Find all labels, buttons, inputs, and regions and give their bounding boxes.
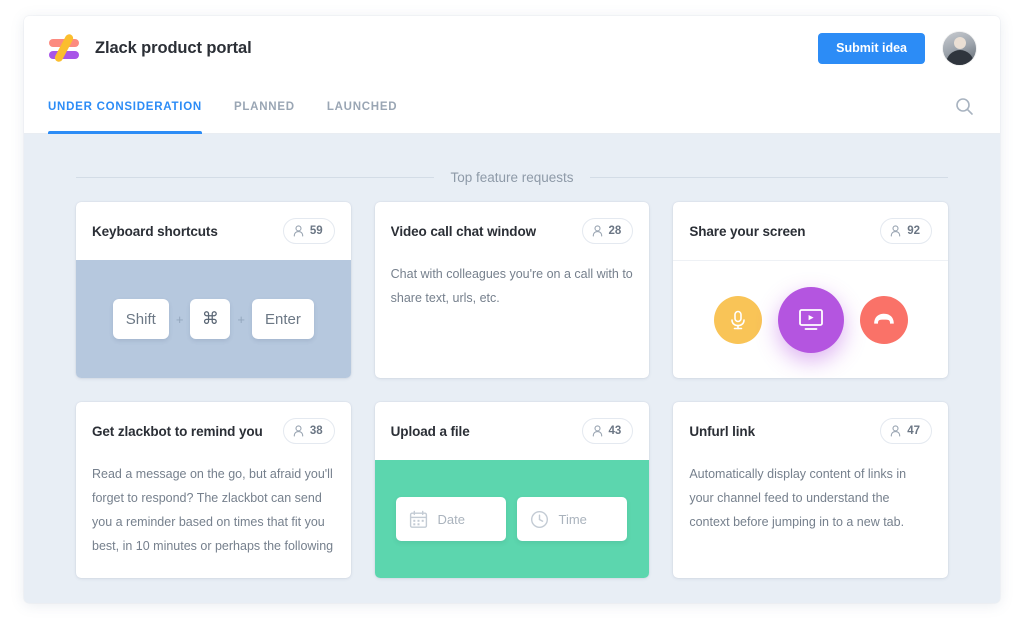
avatar-head (954, 36, 966, 49)
microphone-icon (730, 310, 745, 329)
time-field[interactable]: Time (517, 497, 628, 541)
app-window: Zlack product portal Submit idea UNDER C… (24, 16, 1000, 603)
divider-line-left (76, 176, 435, 178)
person-icon (890, 425, 901, 437)
app-header: Zlack product portal Submit idea (24, 16, 1000, 80)
card-description: Chat with colleagues you're on a call wi… (390, 267, 633, 305)
key-plus-2: + (237, 311, 245, 327)
hang-up-button[interactable] (859, 295, 908, 344)
header-actions: Submit idea (818, 31, 976, 65)
key-shift: Shift (112, 299, 169, 339)
tab-under-consideration[interactable]: UNDER CONSIDERATION (48, 80, 218, 134)
vote-badge[interactable]: 47 (880, 418, 932, 444)
screen-share-button[interactable] (777, 286, 844, 353)
card-header: Get zlackbot to remind you 38 (76, 402, 351, 460)
date-field[interactable]: Date (396, 497, 507, 541)
vote-badge[interactable]: 43 (581, 418, 634, 444)
card-title: Keyboard shortcuts (92, 223, 218, 239)
call-controls-panel (673, 260, 948, 378)
key-command: ⌘ (190, 299, 231, 339)
date-label: Date (437, 511, 465, 527)
search-icon[interactable] (953, 80, 976, 133)
microphone-button[interactable] (713, 295, 762, 344)
page-title: Zlack product portal (95, 38, 252, 57)
clock-icon (531, 510, 549, 528)
tab-bar: UNDER CONSIDERATION PLANNED LAUNCHED (24, 80, 1000, 134)
tab-planned[interactable]: PLANNED (218, 80, 311, 133)
vote-count: 92 (907, 225, 920, 237)
card-header: Share your screen 92 (673, 202, 948, 260)
time-label: Time (558, 511, 587, 527)
key-plus-1: + (175, 311, 184, 327)
card-description: Automatically display content of links i… (689, 467, 907, 529)
card-title: Video call chat window (390, 223, 536, 239)
person-icon (592, 425, 602, 437)
feature-request-grid: Keyboard shortcuts 59 Shift + ⌘ + Enter … (48, 192, 976, 578)
card-title: Unfurl link (689, 423, 755, 439)
vote-count: 28 (608, 225, 622, 237)
vote-count: 38 (309, 425, 323, 437)
zlack-logo-icon (48, 32, 80, 64)
card-description: Read a message on the go, but afraid you… (92, 467, 334, 553)
vote-badge[interactable]: 38 (282, 418, 335, 444)
feature-card-get-zlackbot-to-remind-you[interactable]: Get zlackbot to remind you 38 Read a mes… (76, 402, 351, 578)
card-header: Keyboard shortcuts 59 (76, 202, 351, 260)
card-title: Upload a file (390, 423, 470, 439)
person-icon (890, 225, 901, 237)
vote-count: 43 (608, 425, 622, 437)
feature-card-unfurl-link[interactable]: Unfurl link 47 Automatically display con… (673, 402, 948, 578)
person-icon (293, 425, 304, 437)
vote-badge[interactable]: 92 (880, 218, 932, 244)
keyboard-shortcut-panel: Shift + ⌘ + Enter (76, 260, 351, 378)
hang-up-icon (873, 313, 894, 324)
card-title: Get zlackbot to remind you (92, 423, 263, 439)
brand: Zlack product portal (48, 32, 252, 64)
card-header: Upload a file 43 (375, 402, 650, 460)
tabs: UNDER CONSIDERATION PLANNED LAUNCHED (48, 80, 414, 134)
screen-share-icon (798, 308, 823, 330)
card-header: Unfurl link 47 (673, 402, 948, 460)
person-icon (592, 225, 602, 237)
submit-idea-button[interactable]: Submit idea (818, 32, 925, 64)
feature-card-upload-a-file[interactable]: Upload a file 43 Date Time (374, 402, 650, 578)
vote-badge[interactable]: 59 (282, 218, 335, 244)
section-divider: Top feature requests (48, 134, 976, 192)
calendar-icon (410, 510, 428, 528)
key-enter: Enter (252, 299, 314, 339)
vote-badge[interactable]: 28 (581, 218, 634, 244)
date-time-panel: Date Time (374, 460, 650, 578)
vote-count: 47 (907, 425, 920, 437)
screenshot-root: Zlack product portal Submit idea UNDER C… (0, 0, 1024, 621)
tab-launched[interactable]: LAUNCHED (311, 80, 414, 133)
vote-count: 59 (309, 225, 323, 237)
feature-card-video-call-chat-window[interactable]: Video call chat window 28 Chat with coll… (374, 202, 650, 378)
section-title: Top feature requests (450, 169, 574, 185)
card-title: Share your screen (689, 223, 806, 239)
feature-card-keyboard-shortcuts[interactable]: Keyboard shortcuts 59 Shift + ⌘ + Enter (76, 202, 351, 378)
avatar[interactable] (943, 31, 976, 65)
card-header: Video call chat window 28 (375, 202, 650, 260)
content-area: Top feature requests Keyboard shortcuts … (24, 134, 1000, 603)
person-icon (293, 225, 304, 237)
divider-line-right (589, 176, 949, 178)
feature-card-share-your-screen[interactable]: Share your screen 92 (673, 202, 948, 378)
